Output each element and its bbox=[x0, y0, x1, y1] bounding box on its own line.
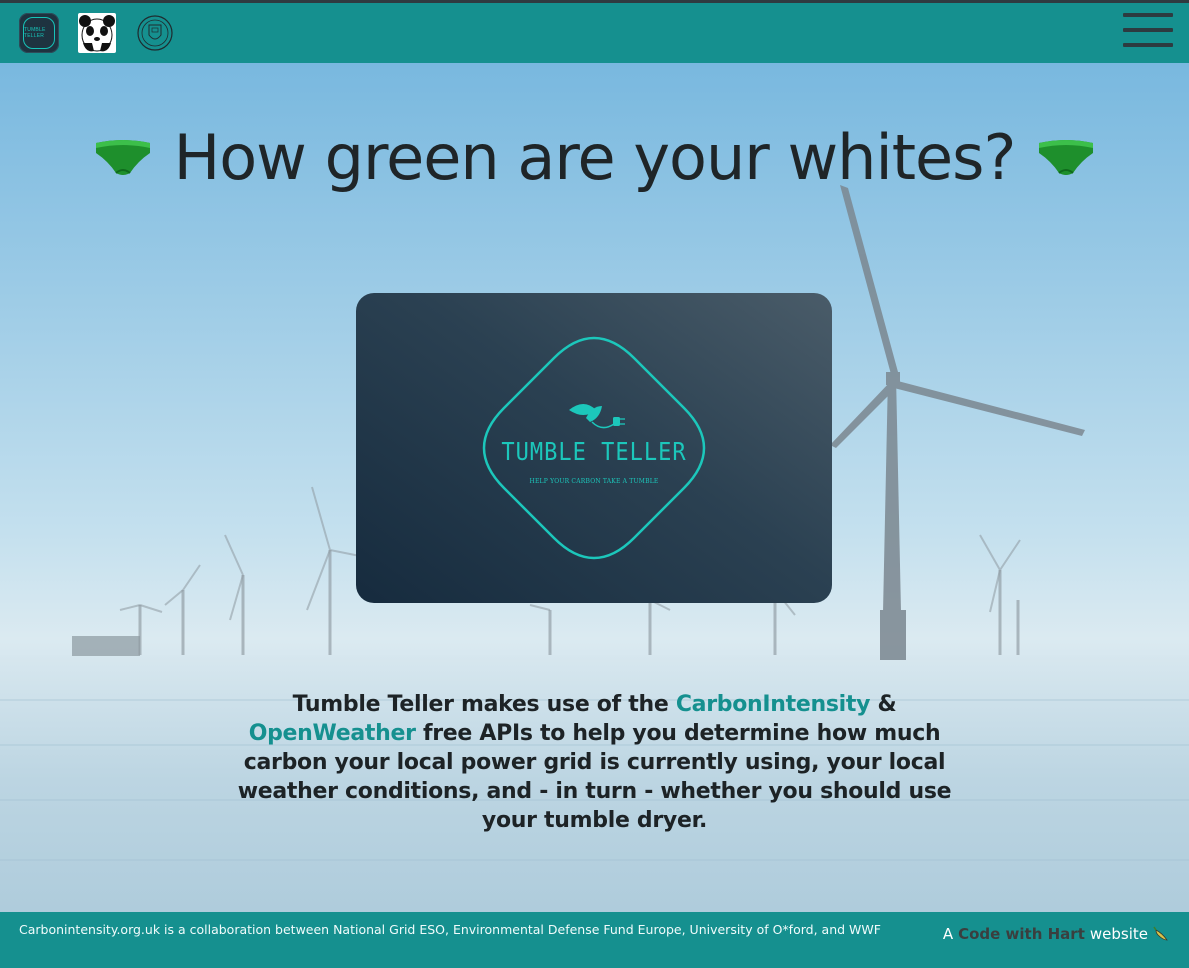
tumble-teller-badge: TUMBLE TELLER HELP YOUR CARBON TAKE A TU… bbox=[474, 328, 714, 568]
footer: Carbonintensity.org.uk is a collaboratio… bbox=[0, 912, 1189, 968]
footer-credit: A Code with Hart website bbox=[943, 925, 1171, 943]
code-with-hart-link[interactable]: Code with Hart bbox=[958, 925, 1085, 943]
brand-tagline: HELP YOUR CARBON TAKE A TUMBLE bbox=[529, 478, 659, 485]
carbonintensity-link[interactable]: CarbonIntensity bbox=[676, 692, 871, 717]
openweather-link[interactable]: OpenWeather bbox=[249, 721, 416, 746]
top-navbar: TUMBLE TELLER bbox=[0, 0, 1189, 63]
description-text: & bbox=[870, 692, 897, 717]
page-title: How green are your whites? bbox=[173, 120, 1017, 194]
green-underpants-icon bbox=[95, 140, 150, 175]
wwf-logo[interactable] bbox=[77, 13, 117, 53]
hamburger-menu-icon[interactable] bbox=[1123, 13, 1173, 47]
university-of-oxford-logo[interactable] bbox=[135, 13, 175, 53]
description-paragraph: Tumble Teller makes use of the CarbonInt… bbox=[230, 690, 959, 835]
brand-name: TUMBLE TELLER bbox=[501, 438, 687, 467]
tumble-teller-logo-text: TUMBLE TELLER bbox=[23, 17, 55, 49]
footer-attribution: Carbonintensity.org.uk is a collaboratio… bbox=[19, 922, 881, 937]
hero-title-row: How green are your whites? bbox=[0, 112, 1189, 202]
green-underpants-icon bbox=[1039, 140, 1094, 175]
tumble-teller-card: TUMBLE TELLER HELP YOUR CARBON TAKE A TU… bbox=[356, 293, 832, 603]
tumble-teller-logo[interactable]: TUMBLE TELLER bbox=[19, 13, 59, 53]
oxford-crest-icon bbox=[137, 15, 173, 51]
chili-pepper-icon bbox=[1153, 926, 1168, 941]
leaf-plug-icon bbox=[569, 404, 625, 429]
description-text: Tumble Teller makes use of the bbox=[292, 692, 676, 717]
credit-prefix: A bbox=[942, 925, 954, 943]
credit-suffix: website bbox=[1089, 925, 1148, 943]
wwf-panda-icon bbox=[78, 13, 116, 53]
